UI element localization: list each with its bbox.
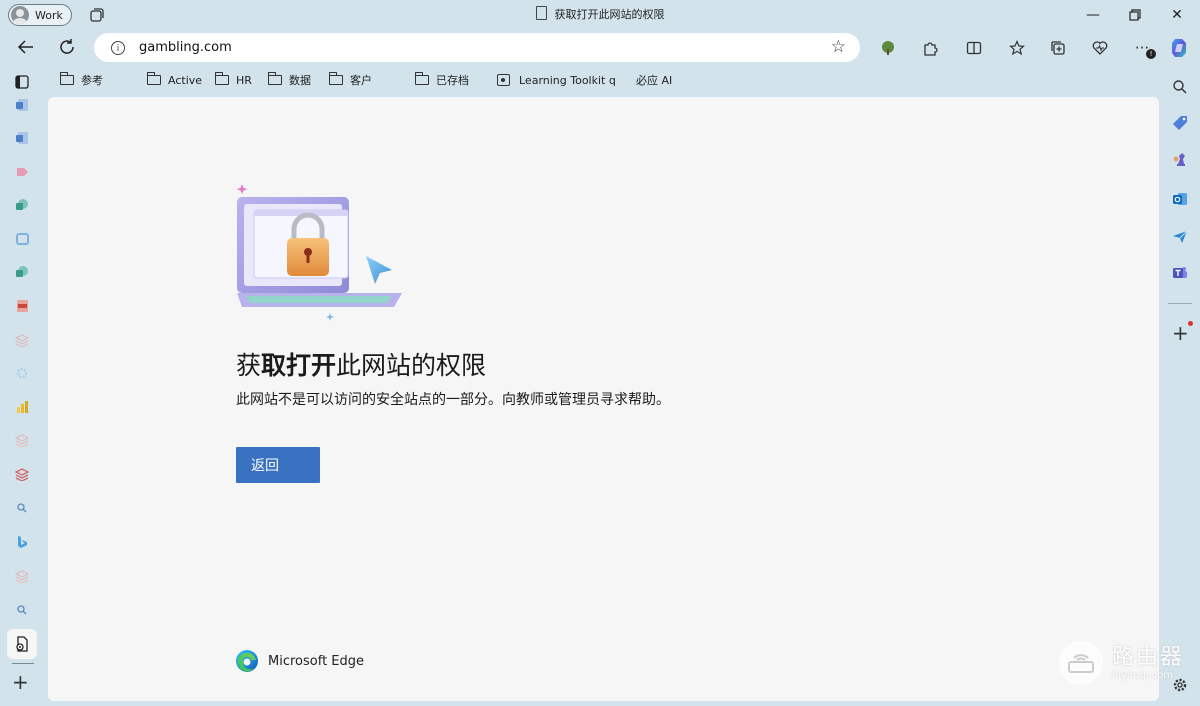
back-arrow-icon xyxy=(17,40,33,54)
refresh-button[interactable] xyxy=(52,32,82,62)
powerbi-icon[interactable] xyxy=(14,399,30,415)
bookmark-folder[interactable]: 数据 xyxy=(268,70,311,90)
chess-icon[interactable] xyxy=(1171,151,1189,169)
tag-icon[interactable] xyxy=(1171,114,1189,132)
tree-extension-icon[interactable] xyxy=(874,35,902,61)
bookmark-label: HR xyxy=(236,73,252,87)
avatar xyxy=(11,6,29,24)
outlook-icon[interactable] xyxy=(14,231,30,247)
watermark-subtext: luyouqi.com xyxy=(1112,669,1174,681)
restore-icon xyxy=(1129,9,1141,21)
page-settings-icon xyxy=(16,636,28,652)
browser-essentials-icon[interactable] xyxy=(1086,35,1114,61)
folder-icon xyxy=(147,72,161,85)
bookmark-label: 必应 AI xyxy=(636,74,673,87)
lock-illustration xyxy=(232,180,412,328)
more-menu-icon[interactable]: ··· ! xyxy=(1128,35,1156,61)
url-text: gambling.com xyxy=(139,40,232,55)
alert-badge: ! xyxy=(1146,49,1156,59)
folder-icon xyxy=(268,72,282,85)
edge-logo-icon xyxy=(236,650,258,672)
workspaces-icon[interactable] xyxy=(89,7,105,23)
folder-icon xyxy=(329,72,343,85)
copilot-icon[interactable] xyxy=(1169,37,1191,59)
bookmark-folder[interactable]: 已存档 xyxy=(415,70,469,90)
stack-icon[interactable] xyxy=(14,332,30,348)
collections-icon[interactable] xyxy=(1044,35,1072,61)
split-screen-icon[interactable] xyxy=(960,35,988,61)
block-message: 此网站不是可以访问的安全站点的一部分。向教师或管理员寻求帮助。 xyxy=(236,392,670,408)
sidebar-divider xyxy=(12,663,34,664)
stack-icon[interactable] xyxy=(14,568,30,584)
page-heading: 获取打开此网站的权限 xyxy=(236,351,487,380)
restore-button[interactable] xyxy=(1114,0,1156,30)
bookmark-label: 客户 xyxy=(350,74,372,87)
outlook-icon[interactable] xyxy=(1171,190,1189,208)
back-button[interactable]: 返回 xyxy=(236,447,320,483)
sidebar-toggle-icon[interactable] xyxy=(15,74,29,89)
window-title: 获取打开此网站的权限 xyxy=(0,6,1200,22)
search-icon[interactable] xyxy=(14,602,30,618)
learning-toolkit-icon xyxy=(497,74,510,86)
add-sidebar-app-icon[interactable]: + xyxy=(1172,323,1189,343)
bookmark-folder[interactable]: Active xyxy=(147,70,202,90)
stack-icon[interactable] xyxy=(14,466,30,482)
sharepoint-icon[interactable] xyxy=(14,197,30,213)
edge-brand: Microsoft Edge xyxy=(235,649,364,673)
document-icon xyxy=(535,6,547,20)
favorite-star-icon[interactable]: ☆ xyxy=(831,37,846,57)
back-nav-button[interactable] xyxy=(11,32,41,62)
bookmark-label: 参考 xyxy=(81,74,103,87)
brand-text: Microsoft Edge xyxy=(268,653,365,669)
bookmark-folder[interactable]: 客户 xyxy=(329,70,372,90)
bookmark-label: Learning Toolkit q xyxy=(519,73,616,87)
window-title-text: 获取打开此网站的权限 xyxy=(554,8,665,21)
bookmark-link[interactable]: 必应 AI xyxy=(636,70,672,90)
gear-icon[interactable] xyxy=(14,365,30,381)
teams-icon[interactable] xyxy=(1171,264,1189,282)
active-tab-button[interactable] xyxy=(7,629,37,659)
extensions-icon[interactable] xyxy=(916,35,944,61)
word-icon[interactable] xyxy=(14,130,30,146)
profile-button[interactable]: Work xyxy=(8,4,72,26)
bookmark-folder[interactable]: 参考 xyxy=(60,70,103,90)
bookmark-label: 已存档 xyxy=(436,74,469,87)
pdf-icon[interactable] xyxy=(14,298,30,314)
site-info-icon[interactable]: i xyxy=(111,40,125,55)
bookmark-label: Active xyxy=(168,73,203,87)
folder-icon xyxy=(415,72,429,85)
bing-icon[interactable] xyxy=(14,534,30,550)
watermark-text: 路由器 xyxy=(1112,644,1185,670)
close-button[interactable]: ✕ xyxy=(1156,0,1198,30)
sharepoint-icon[interactable] xyxy=(14,264,30,280)
address-bar[interactable]: i gambling.com ☆ xyxy=(94,33,860,62)
pink-arrow-icon[interactable] xyxy=(14,164,30,180)
bookmark-label: 数据 xyxy=(289,74,311,87)
folder-icon xyxy=(215,72,229,85)
stack-icon[interactable] xyxy=(14,432,30,448)
add-tab-icon[interactable]: + xyxy=(12,672,29,692)
sidebar-divider xyxy=(1168,303,1192,304)
bookmark-folder[interactable]: HR xyxy=(215,70,252,90)
search-icon[interactable] xyxy=(1171,78,1189,96)
minimize-button[interactable]: — xyxy=(1072,0,1114,30)
router-logo-icon xyxy=(1059,641,1103,685)
watermark: 路由器 luyouqi.com xyxy=(1058,640,1184,686)
search-icon[interactable] xyxy=(14,500,30,516)
favorites-icon[interactable] xyxy=(1003,35,1031,61)
bookmark-link[interactable]: Learning Toolkit q xyxy=(497,70,616,90)
notification-dot xyxy=(1188,321,1193,326)
send-icon[interactable] xyxy=(1171,228,1189,246)
word-icon[interactable] xyxy=(14,97,30,113)
refresh-icon xyxy=(60,39,74,54)
folder-icon xyxy=(60,72,74,85)
profile-label: Work xyxy=(35,8,63,22)
